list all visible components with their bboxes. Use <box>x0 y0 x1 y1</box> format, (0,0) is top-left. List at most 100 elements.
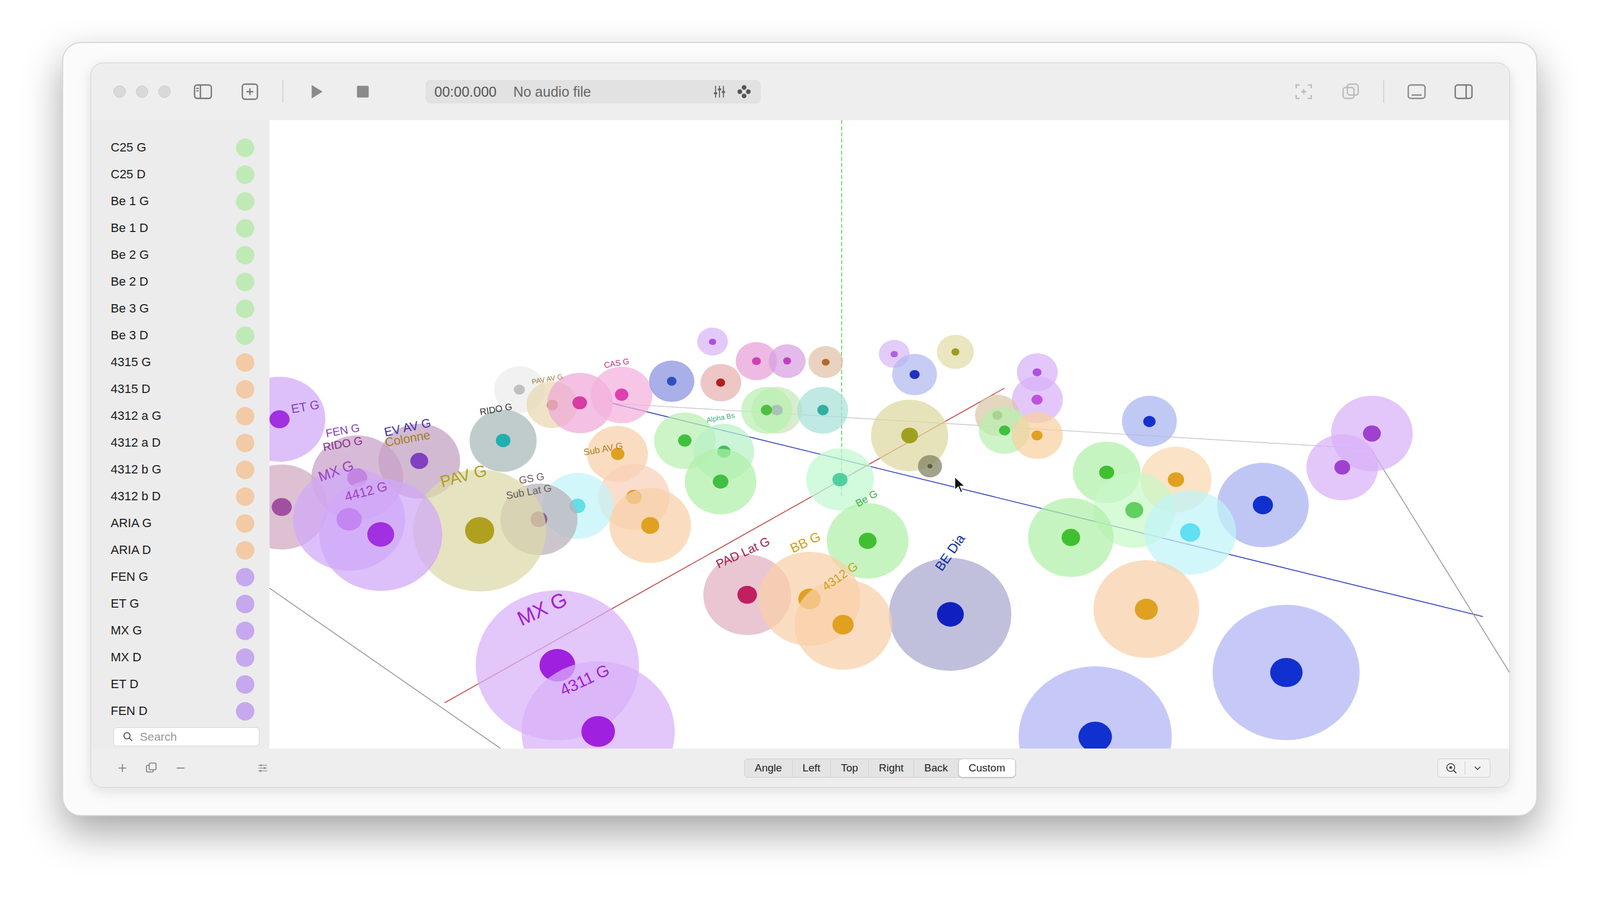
sphere-core <box>271 498 292 517</box>
minus-icon[interactable] <box>173 761 188 775</box>
speaker-sphere[interactable] <box>1018 666 1172 749</box>
close-button[interactable] <box>113 85 126 98</box>
speaker-sphere[interactable] <box>741 386 793 434</box>
sphere-core <box>1180 523 1201 542</box>
sidebar-item[interactable]: MX G <box>91 617 270 645</box>
sidebar-item[interactable]: Be 1 D <box>91 214 270 242</box>
sphere-core <box>1270 658 1303 688</box>
sidebar-item[interactable]: ARIA D <box>91 536 270 564</box>
item-name: 4315 G <box>110 354 236 370</box>
inspector-panel-icon[interactable] <box>1453 81 1474 102</box>
speaker-sphere[interactable] <box>684 448 757 515</box>
search-field[interactable]: Search <box>113 727 260 747</box>
speaker-sphere[interactable] <box>1011 412 1063 459</box>
zoom-button[interactable] <box>158 85 171 98</box>
speaker-sphere[interactable] <box>1212 604 1360 741</box>
sidebar-toggle-icon[interactable] <box>192 81 213 102</box>
speaker-sphere[interactable] <box>1093 560 1200 659</box>
stop-icon[interactable] <box>352 81 373 102</box>
speaker-sphere[interactable] <box>319 478 442 592</box>
speaker-sphere[interactable] <box>1028 498 1114 577</box>
speaker-sphere[interactable] <box>697 327 728 356</box>
view-button[interactable]: Left <box>792 759 832 778</box>
sidebar-item[interactable]: 4312 b G <box>91 456 270 484</box>
speaker-sphere[interactable] <box>917 455 943 478</box>
item-name: 4312 b D <box>110 489 236 504</box>
sphere-core <box>817 404 829 415</box>
view-button[interactable]: Back <box>914 759 959 778</box>
view-button[interactable]: Top <box>830 759 869 778</box>
sidebar-item[interactable]: 4312 a G <box>91 402 270 430</box>
speaker-sphere[interactable] <box>700 363 742 402</box>
speaker-sphere[interactable] <box>888 557 1012 671</box>
sidebar-item[interactable]: FEN G <box>91 563 270 591</box>
item-name: 4312 b G <box>110 462 236 477</box>
sphere-core <box>1362 425 1381 442</box>
zoom-target-icon <box>1444 761 1459 775</box>
sphere-core <box>1134 598 1159 620</box>
sidebar-item[interactable]: MX D <box>91 644 270 671</box>
color-dot <box>235 621 255 641</box>
sphere-core <box>909 370 920 380</box>
view-button[interactable]: Angle <box>744 759 793 778</box>
view-button[interactable]: Right <box>868 759 915 778</box>
speaker-sphere[interactable] <box>1122 395 1178 447</box>
sidebar-item[interactable]: ET G <box>91 590 270 618</box>
item-name: Be 2 G <box>110 247 236 263</box>
sidebar-item[interactable]: 4315 D <box>91 375 270 403</box>
item-name: FEN G <box>110 569 236 585</box>
sidebar-item[interactable]: Be 1 G <box>91 187 270 215</box>
zoom-control[interactable] <box>1437 758 1491 778</box>
sidebar-item[interactable]: Be 3 D <box>91 322 270 349</box>
speaker-sphere[interactable] <box>590 366 653 424</box>
chevron-down-icon <box>1471 762 1484 774</box>
add-item-icon[interactable] <box>239 81 260 102</box>
sphere-core <box>641 517 660 534</box>
speaker-sphere[interactable] <box>269 376 326 462</box>
sidebar-item[interactable]: 4312 a D <box>91 429 270 457</box>
mixer-sliders-icon[interactable] <box>711 83 728 100</box>
minimize-button[interactable] <box>135 85 149 98</box>
sidebar-item[interactable]: Be 2 G <box>91 241 270 269</box>
sidebar-item[interactable]: Be 2 D <box>91 268 270 296</box>
sidebar-item[interactable]: C25 D <box>91 161 270 188</box>
sidebar-item[interactable]: C25 G <box>91 134 270 162</box>
sidebar-item[interactable]: Be 3 G <box>91 295 270 323</box>
plus-icon[interactable] <box>115 761 130 775</box>
3d-viewport[interactable]: ET GFEN GRIDO GEV AV GColonneMX G4412 GP… <box>269 120 1510 749</box>
sidebar-item[interactable]: ET D <box>91 670 270 698</box>
speaker-sphere[interactable] <box>794 579 893 670</box>
item-name: FEN D <box>110 703 236 719</box>
speaker-sphere[interactable] <box>649 360 694 402</box>
speaker-sphere[interactable] <box>892 353 937 396</box>
duplicate-icon[interactable] <box>144 761 159 775</box>
sidebar-item[interactable]: ARIA G <box>91 509 270 537</box>
item-name: Be 3 D <box>110 328 236 343</box>
speaker-sphere[interactable] <box>609 488 691 563</box>
color-dot <box>235 406 255 426</box>
speaker-sphere[interactable] <box>469 409 538 472</box>
item-name: ARIA D <box>110 542 236 558</box>
color-dot <box>235 219 255 238</box>
sidebar: C25 GC25 DBe 1 GBe 1 D Be 2 G Be 2 DBe 3 G… <box>91 120 270 749</box>
sphere-core <box>708 338 716 345</box>
speaker-sphere[interactable] <box>797 386 849 434</box>
speaker-sphere[interactable] <box>808 346 844 378</box>
speaker-sphere[interactable] <box>768 344 806 378</box>
speaker-sphere[interactable] <box>1306 434 1379 501</box>
sphere-core <box>367 522 395 547</box>
duplicate-icon[interactable] <box>1340 81 1361 102</box>
sphere-core <box>1099 465 1115 480</box>
sidebar-item[interactable]: 4312 b D <box>91 483 270 510</box>
filter-sliders-icon[interactable] <box>256 761 270 775</box>
capture-frame-icon[interactable] <box>1293 81 1314 102</box>
bottom-panel-icon[interactable] <box>1406 81 1427 102</box>
sphere-core <box>890 351 898 358</box>
gear-icon[interactable] <box>736 83 752 100</box>
speaker-sphere[interactable] <box>936 334 974 369</box>
color-dot <box>235 648 255 667</box>
view-button[interactable]: Custom <box>958 759 1016 778</box>
sidebar-item[interactable]: 4315 G <box>91 348 270 376</box>
sidebar-item[interactable]: FEN D <box>91 697 270 725</box>
play-icon[interactable] <box>305 81 326 102</box>
